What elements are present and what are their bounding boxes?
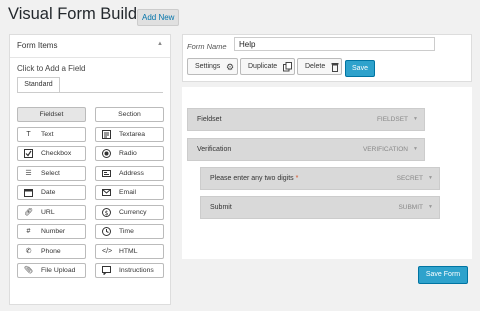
number-icon: #: [26, 228, 31, 235]
field-button-instructions[interactable]: Instructions: [95, 263, 164, 278]
field-label: Select: [41, 169, 60, 177]
copy-icon: [283, 60, 292, 76]
click-rest: to Add a Field: [36, 64, 86, 73]
field-button-checkbox[interactable]: Checkbox: [17, 146, 86, 161]
instructions-icon: [102, 266, 111, 276]
calendar-icon: [24, 188, 33, 197]
chevron-down-icon[interactable]: ▼: [428, 168, 433, 189]
field-row-label: Verification: [197, 146, 232, 153]
field-button-select[interactable]: ☰ Select: [17, 165, 86, 181]
field-button-time[interactable]: Time: [95, 224, 164, 239]
duplicate-label: Duplicate: [248, 63, 278, 70]
select-icon: ☰: [25, 169, 32, 177]
field-button-radio[interactable]: Radio: [95, 146, 164, 161]
currency-icon: $: [102, 207, 111, 217]
field-button-currency[interactable]: $ Currency: [95, 204, 164, 220]
address-icon: [102, 169, 111, 178]
field-label: Date: [41, 189, 56, 196]
form-name-label: Form Name: [187, 42, 227, 51]
field-button-file-upload[interactable]: 📎︎ File Upload: [17, 263, 86, 278]
chevron-down-icon[interactable]: ▼: [413, 109, 418, 130]
email-icon: [102, 188, 111, 197]
text-icon: T: [26, 130, 31, 138]
duplicate-button[interactable]: Duplicate: [240, 58, 295, 75]
field-button-number[interactable]: # Number: [17, 224, 86, 239]
collapse-arrow-icon[interactable]: ▲: [157, 41, 163, 47]
field-label: Currency: [119, 208, 147, 216]
field-button-phone[interactable]: ✆ Phone: [17, 243, 86, 259]
settings-button[interactable]: Settings ⚙: [187, 58, 238, 75]
field-button-html[interactable]: </> HTML: [95, 243, 164, 259]
field-button-date[interactable]: Date: [17, 185, 86, 200]
add-new-button[interactable]: Add New: [137, 9, 180, 26]
field-label: HTML: [119, 247, 138, 255]
page-title: Visual Form Builder: [8, 5, 152, 23]
field-button-fieldset[interactable]: Fieldset: [17, 107, 86, 122]
field-row-label: Submit: [210, 204, 232, 211]
field-button-address[interactable]: Address: [95, 165, 164, 181]
phone-icon: ✆: [25, 247, 32, 255]
field-label: Phone: [41, 247, 61, 255]
code-icon: </>: [102, 247, 113, 255]
field-row-label: Fieldset: [197, 116, 222, 123]
settings-label: Settings: [195, 63, 221, 70]
field-button-section[interactable]: Section: [95, 107, 164, 122]
field-button-text[interactable]: T Text: [17, 126, 86, 142]
tab-standard[interactable]: Standard: [17, 77, 60, 92]
link-icon: 🔗︎: [24, 208, 33, 216]
save-button[interactable]: Save: [345, 60, 375, 77]
field-row-type: SUBMIT: [398, 204, 423, 211]
field-label: Section: [118, 111, 141, 118]
radio-icon: [102, 149, 111, 158]
field-row-label-text: Please enter any two digits: [210, 175, 294, 182]
field-row-fieldset[interactable]: Fieldset FIELDSET ▼: [187, 108, 425, 131]
field-label: Textarea: [119, 130, 146, 138]
field-label: URL: [41, 208, 55, 216]
tab-divider: [17, 92, 163, 93]
click-instructions: Click to Add a Field: [17, 64, 86, 73]
form-items-header[interactable]: Form Items ▲: [10, 35, 170, 58]
field-label: Email: [119, 189, 136, 196]
checkbox-icon: [24, 149, 33, 158]
save-form-button[interactable]: Save Form: [418, 266, 468, 284]
field-button-url[interactable]: 🔗︎ URL: [17, 204, 86, 220]
delete-button[interactable]: Delete: [297, 58, 342, 75]
field-row-submit[interactable]: Submit SUBMIT ▼: [200, 196, 440, 219]
form-name-input[interactable]: [234, 37, 435, 51]
chevron-down-icon[interactable]: ▼: [428, 197, 433, 218]
click-prefix: Click: [17, 64, 35, 73]
field-label: Fieldset: [39, 111, 64, 118]
form-items-panel: Form Items ▲ Click to Add a Field Standa…: [9, 34, 171, 305]
field-label: Text: [41, 130, 54, 138]
field-row-type: VERIFICATION: [362, 146, 408, 153]
field-label: Address: [119, 169, 144, 177]
field-row-label: Please enter any two digits *: [210, 168, 298, 189]
required-asterisk: *: [295, 175, 299, 182]
field-label: Number: [41, 228, 66, 235]
field-label: Time: [119, 228, 134, 235]
field-label: File Upload: [41, 267, 76, 274]
field-label: Radio: [119, 150, 137, 157]
field-label: Checkbox: [41, 150, 72, 157]
svg-text:$: $: [105, 210, 109, 217]
field-row-type: FIELDSET: [376, 116, 408, 123]
field-row-secret[interactable]: Please enter any two digits * SECRET ▼: [200, 167, 440, 190]
field-button-email[interactable]: Email: [95, 185, 164, 200]
gear-icon: ⚙: [226, 62, 235, 72]
field-row-type: SECRET: [396, 175, 423, 182]
field-label: Instructions: [119, 267, 154, 274]
clock-icon: [102, 227, 111, 236]
chevron-down-icon[interactable]: ▼: [413, 139, 418, 160]
textarea-icon: [102, 129, 111, 139]
form-items-title: Form Items: [17, 41, 58, 50]
delete-label: Delete: [305, 63, 326, 70]
field-row-verification[interactable]: Verification VERIFICATION ▼: [187, 138, 425, 161]
paperclip-icon: 📎︎: [24, 267, 33, 274]
field-button-textarea[interactable]: Textarea: [95, 126, 164, 142]
trash-icon: [331, 60, 339, 76]
